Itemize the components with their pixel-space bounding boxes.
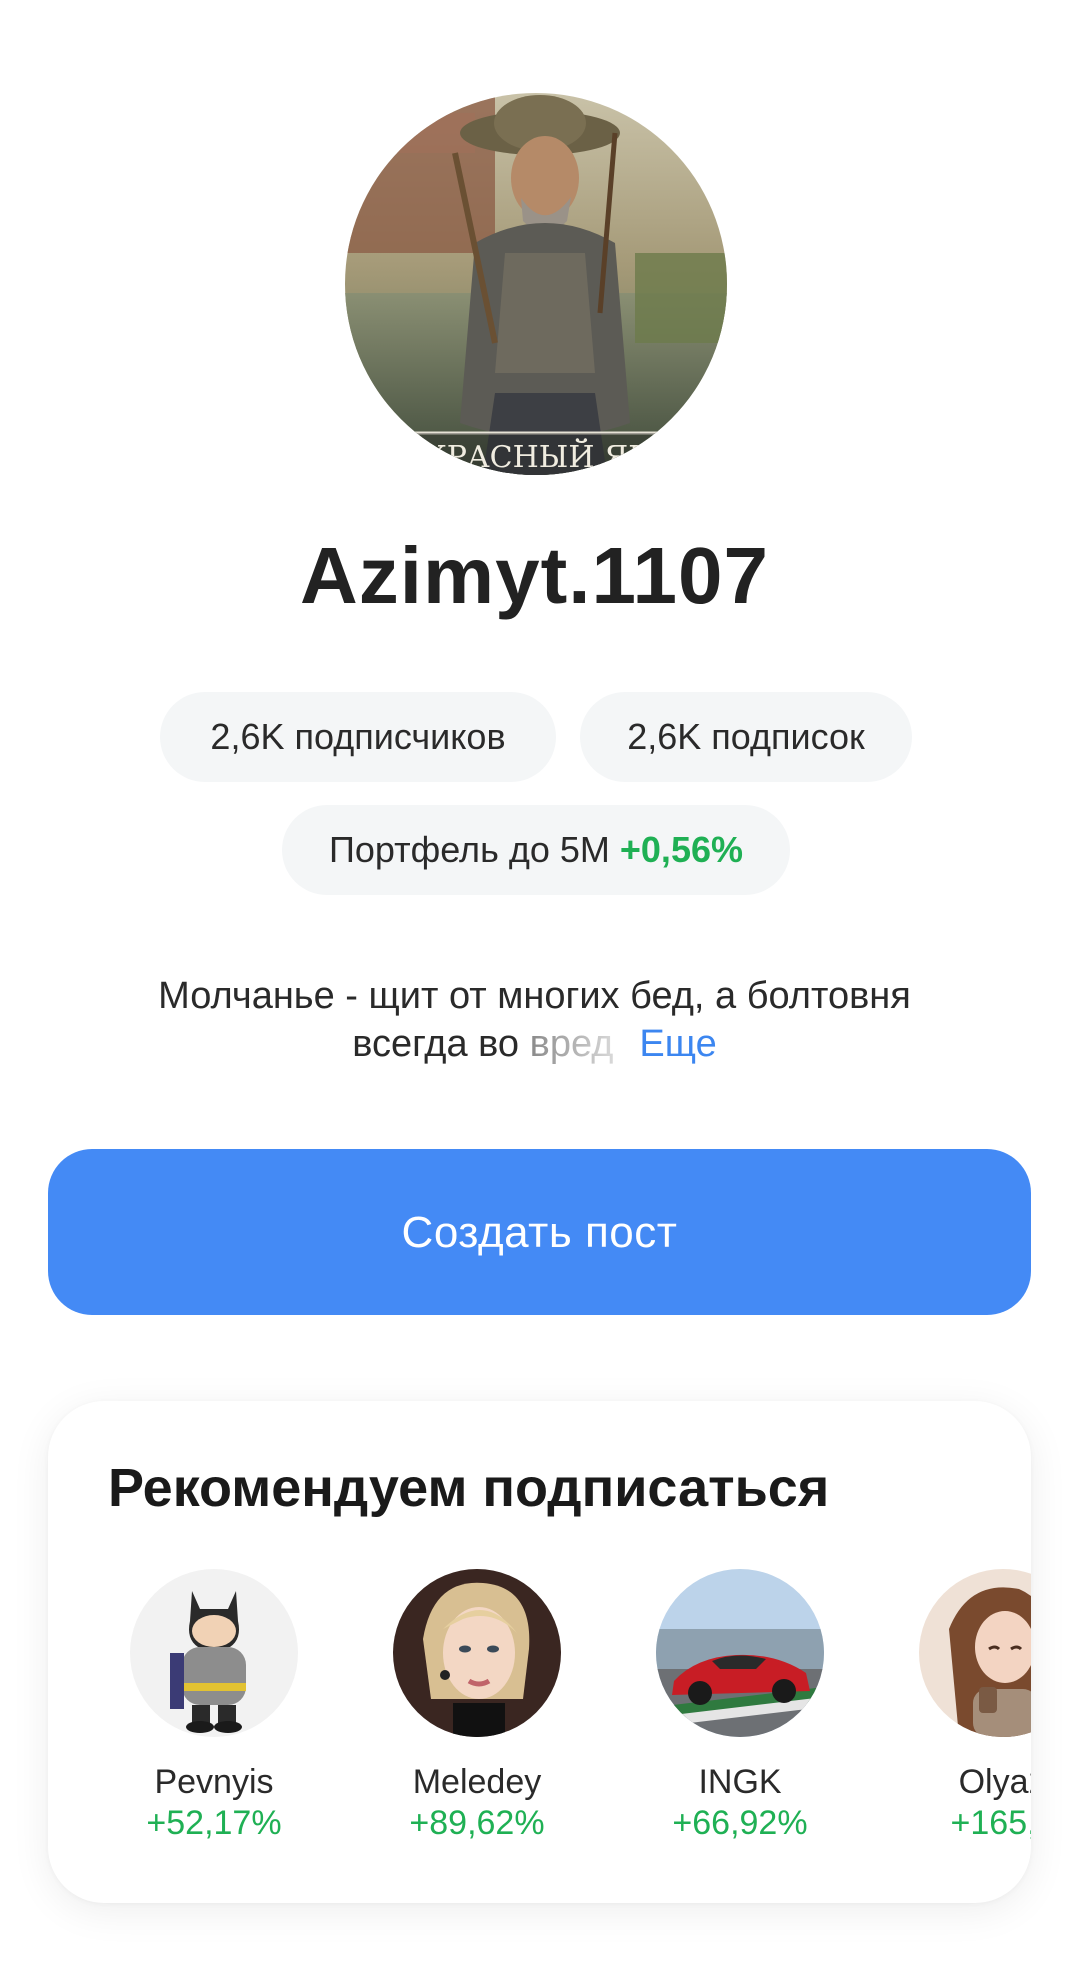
bio-more-link[interactable]: Еще	[639, 1023, 716, 1065]
portfolio-change: +0,56%	[619, 829, 743, 870]
portfolio-label: Портфель до 5М	[329, 829, 610, 870]
recommendation-change: +66,92%	[672, 1804, 808, 1842]
recommendations-card: Рекомендуем подписаться Pevnyis +52,17%	[48, 1401, 1031, 1903]
avatar-caption: КРАСНЫЙ ЯР	[424, 438, 649, 475]
recommendation-item[interactable]: Pevnyis +52,17%	[82, 1569, 346, 1869]
portfolio-pill[interactable]: Портфель до 5М +0,56%	[282, 805, 790, 895]
recommendations-title: Рекомендуем подписаться	[108, 1458, 830, 1518]
recommendation-item[interactable]: INGK +66,92%	[608, 1569, 872, 1869]
bio-line-1: Молчанье - щит от многих бед, а болтовня	[158, 975, 911, 1017]
following-pill[interactable]: 2,6K подписок	[580, 692, 912, 782]
red-sports-car-avatar-icon	[656, 1569, 824, 1737]
recommendation-item[interactable]: Meledey +89,62%	[345, 1569, 609, 1869]
cartoon-girl-avatar-icon	[919, 1569, 1031, 1737]
recommendation-change: +165,0	[950, 1804, 1031, 1842]
profile-username: Azimyt.1107	[299, 531, 770, 620]
profile-bio: Молчанье - щит от многих бед, а болтовня…	[80, 972, 989, 1068]
bio-line-2: всегда во	[352, 1023, 520, 1065]
fisherman-portrait-image: КРАСНЫЙ ЯР	[345, 93, 727, 475]
followers-count: 2,6K подписчиков	[210, 716, 506, 757]
create-post-button[interactable]: Создать пост	[48, 1149, 1031, 1315]
profile-avatar[interactable]: КРАСНЫЙ ЯР	[345, 93, 727, 475]
recommendation-change: +52,17%	[146, 1804, 282, 1842]
bio-faded-text: вред	[529, 1023, 614, 1065]
recommendation-name: Pevnyis	[154, 1763, 274, 1801]
recommendation-name: INGK	[698, 1763, 782, 1801]
blonde-woman-avatar-icon	[393, 1569, 561, 1737]
recommendation-item[interactable]: Olya2 +165,0	[871, 1569, 1031, 1869]
recommendation-change: +89,62%	[409, 1804, 545, 1842]
batman-cartoon-avatar-icon	[130, 1569, 298, 1737]
recommendation-name: Meledey	[412, 1763, 542, 1801]
recommendation-name: Olya2	[958, 1763, 1031, 1801]
following-count: 2,6K подписок	[627, 716, 865, 757]
followers-pill[interactable]: 2,6K подписчиков	[160, 692, 556, 782]
